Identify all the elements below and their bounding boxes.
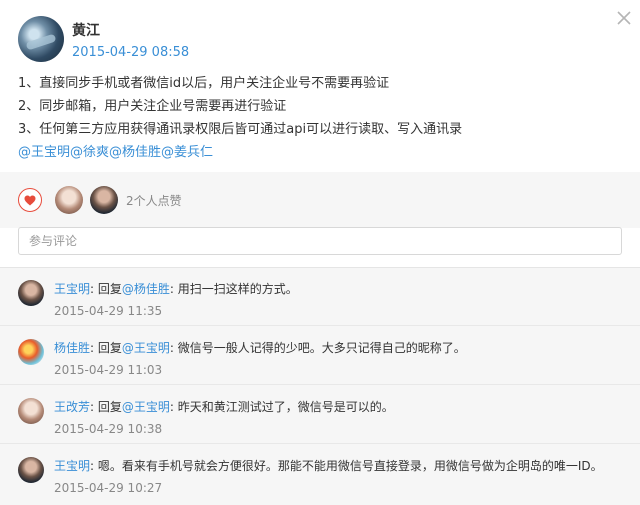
liker-avatar[interactable] [90,186,118,214]
divider [0,384,640,385]
commenter-avatar[interactable] [18,398,44,424]
name-separator: : [90,341,95,355]
name-separator: : [90,400,95,414]
comment-time: 2015-04-29 10:38 [54,422,163,436]
comment-content: : 微信号一般人记得的少吧。大多只记得自己的昵称了。 [169,341,466,355]
mention-link[interactable]: @王宝明 [18,145,70,160]
liker-avatar[interactable] [55,186,83,214]
comment-text: 王宝明: 回复@杨佳胜: 用扫一扫这样的方式。 [54,280,298,297]
post-line: 1、直接同步手机或者微信id以后，用户关注企业号不需要再验证 [18,76,390,91]
comment-text: 王宝明: 嗯。看来有手机号就会方便很好。那能不能用微信号直接登录，用微信号做为企… [54,457,603,474]
post-body: 1、直接同步手机或者微信id以后，用户关注企业号不需要再验证 2、同步邮箱，用户… [18,72,618,164]
close-icon [617,11,631,25]
post-line: 3、任何第三方应用获得通讯录权限后皆可通过api可以进行读取、写入通讯录 [18,122,463,137]
commenter-name[interactable]: 王宝明 [54,282,90,296]
reply-label: 回复 [97,282,122,296]
comment-time: 2015-04-29 11:35 [54,304,163,318]
post-line: 2、同步邮箱，用户关注企业号需要再进行验证 [18,99,287,114]
comment-text: 杨佳胜: 回复@王宝明: 微信号一般人记得的少吧。大多只记得自己的昵称了。 [54,339,466,356]
close-button[interactable] [612,6,636,30]
like-button[interactable] [18,188,42,212]
commenter-avatar[interactable] [18,457,44,483]
comment-input[interactable] [18,227,622,255]
comment-content: : 昨天和黄江测试过了，微信号是可以的。 [169,400,394,414]
mention-list: @王宝明@徐爽@杨佳胜@姜兵仁 [18,141,618,164]
reply-label: 回复 [97,400,122,414]
comment-item: 王宝明: 回复@杨佳胜: 用扫一扫这样的方式。 2015-04-29 11:35 [0,268,640,326]
post-detail: 黄江 2015-04-29 08:58 1、直接同步手机或者微信id以后，用户关… [0,0,640,505]
mention-link[interactable]: @姜兵仁 [161,145,213,160]
author-avatar[interactable] [18,16,64,62]
comment-content: 嗯。看来有手机号就会方便很好。那能不能用微信号直接登录，用微信号做为企明岛的唯一… [94,459,603,473]
heart-icon [24,195,36,205]
commenter-name[interactable]: 王改芳 [54,400,90,414]
reply-mention[interactable]: @王宝明 [122,400,170,414]
reply-mention[interactable]: @杨佳胜 [122,282,170,296]
comment-item: 王改芳: 回复@王宝明: 昨天和黄江测试过了，微信号是可以的。 2015-04-… [0,386,640,444]
mention-link[interactable]: @杨佳胜 [109,145,161,160]
post-time: 2015-04-29 08:58 [72,45,190,60]
reply-label: 回复 [97,341,122,355]
comment-time: 2015-04-29 11:03 [54,363,163,377]
comment-list: 王宝明: 回复@杨佳胜: 用扫一扫这样的方式。 2015-04-29 11:35… [0,267,640,505]
commenter-name[interactable]: 王宝明 [54,459,90,473]
comment-content: : 用扫一扫这样的方式。 [169,282,298,296]
divider [0,325,640,326]
comment-item: 王宝明: 嗯。看来有手机号就会方便很好。那能不能用微信号直接登录，用微信号做为企… [0,445,640,503]
author-name[interactable]: 黄江 [72,20,100,40]
divider [0,443,640,444]
mention-link[interactable]: @徐爽 [70,145,109,160]
commenter-avatar[interactable] [18,339,44,365]
commenter-avatar[interactable] [18,280,44,306]
comment-time: 2015-04-29 10:27 [54,481,163,495]
commenter-name[interactable]: 杨佳胜 [54,341,90,355]
comment-text: 王改芳: 回复@王宝明: 昨天和黄江测试过了，微信号是可以的。 [54,398,394,415]
name-separator: : [90,282,95,296]
reply-mention[interactable]: @王宝明 [122,341,170,355]
like-count[interactable]: 2个人点赞 [126,192,182,209]
comment-item: 杨佳胜: 回复@王宝明: 微信号一般人记得的少吧。大多只记得自己的昵称了。 20… [0,327,640,385]
